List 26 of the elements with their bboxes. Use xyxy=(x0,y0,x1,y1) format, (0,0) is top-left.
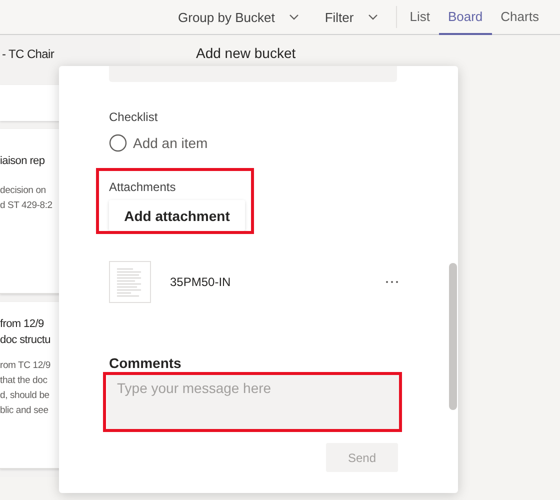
dropdown-button[interactable]: Filter xyxy=(316,10,386,24)
section-label: Comments xyxy=(109,355,182,371)
view-tab[interactable]: List xyxy=(400,0,439,35)
chevron-icon xyxy=(288,14,299,20)
text-field[interactable] xyxy=(109,66,397,82)
card-text: d ST 429-8:2 xyxy=(0,199,54,213)
card-title: iaison rep xyxy=(0,154,46,169)
section-label: Attachments xyxy=(109,180,177,194)
bucket-title: - TC Chair xyxy=(1,46,56,63)
add-attachment-button[interactable]: Add attachment xyxy=(109,200,245,231)
card-text: that the doc xyxy=(0,374,48,388)
view-tab[interactable]: Board xyxy=(438,0,492,35)
add-bucket-link[interactable]: Add new bucket xyxy=(196,45,296,63)
card-title: doc structu xyxy=(0,333,52,348)
dropdown-button[interactable]: Group by Bucket xyxy=(170,10,307,24)
chevron-icon xyxy=(368,14,378,20)
comment-field[interactable]: Type your message here xyxy=(107,374,400,429)
view-tab[interactable]: Charts xyxy=(492,0,548,35)
file-name[interactable]: 35PM50-IN xyxy=(170,275,231,289)
scrollbar[interactable] xyxy=(449,263,457,410)
section-label: Checklist xyxy=(109,110,159,124)
more-options-icon[interactable] xyxy=(385,280,399,284)
document-thumbnail-icon[interactable] xyxy=(109,261,151,303)
card-title: from 12/9 xyxy=(0,317,45,332)
card-text: blic and see xyxy=(0,404,50,418)
radio-circle-icon[interactable] xyxy=(109,134,127,152)
